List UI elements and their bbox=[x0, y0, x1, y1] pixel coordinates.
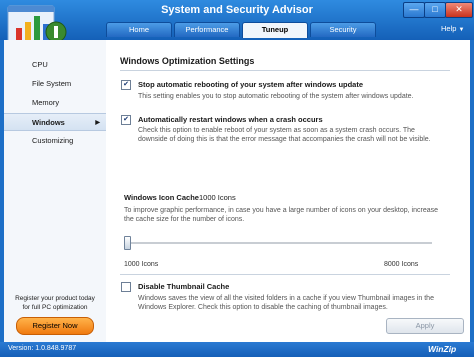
checkmark-icon: ✔ bbox=[123, 116, 129, 123]
disable-thumbnail-cache-checkbox[interactable] bbox=[121, 282, 131, 292]
tab-home[interactable]: Home bbox=[106, 22, 172, 37]
stop-reboot-checkbox[interactable]: ✔ bbox=[121, 80, 131, 90]
stop-reboot-title: Stop automatic rebooting of your system … bbox=[138, 80, 364, 89]
sidebar-item-file-system[interactable]: File System bbox=[4, 75, 106, 93]
checkmark-icon: ✔ bbox=[123, 81, 129, 88]
slider-max-label: 8000 Icons bbox=[384, 261, 419, 268]
icon-cache-slider-handle[interactable] bbox=[124, 236, 131, 250]
icon-cache-desc: To improve graphic performance, in case … bbox=[124, 207, 439, 224]
sidebar-item-customizing[interactable]: Customizing bbox=[4, 132, 106, 150]
promo-line: Register your product today bbox=[15, 295, 95, 302]
promo-line: for full PC optimization bbox=[22, 304, 88, 311]
section-title: Windows Optimization Settings bbox=[120, 56, 255, 66]
disable-thumbnail-title: Disable Thumbnail Cache bbox=[138, 282, 230, 291]
sidebar-item-label: CPU bbox=[32, 60, 48, 69]
minimize-button[interactable]: — bbox=[403, 2, 425, 18]
sidebar: CPU File System Memory Windows ▶ Customi… bbox=[4, 40, 106, 342]
stop-reboot-desc: This setting enables you to stop automat… bbox=[138, 93, 414, 100]
icon-cache-label: Windows Icon Cache bbox=[124, 193, 199, 202]
auto-restart-checkbox[interactable]: ✔ bbox=[121, 115, 131, 125]
sidebar-item-label: Customizing bbox=[32, 136, 74, 145]
sidebar-item-label: Windows bbox=[32, 118, 65, 127]
chevron-down-icon: ▼ bbox=[458, 27, 465, 33]
tab-performance[interactable]: Performance bbox=[174, 22, 240, 37]
auto-restart-title: Automatically restart windows when a cra… bbox=[138, 115, 323, 124]
sidebar-item-cpu[interactable]: CPU bbox=[4, 56, 106, 74]
help-label: Help bbox=[441, 24, 457, 33]
version-text: Version: 1.0.848.9787 bbox=[8, 345, 77, 352]
icon-cache-value: 1000 Icons bbox=[199, 193, 236, 202]
sidebar-item-label: Memory bbox=[32, 98, 60, 107]
brand-logo: WinZip bbox=[428, 344, 457, 354]
tab-tuneup[interactable]: Tuneup bbox=[242, 22, 308, 38]
register-now-button[interactable]: Register Now bbox=[16, 317, 94, 335]
icon-cache-slider-track[interactable] bbox=[126, 242, 432, 244]
status-bar: Version: 1.0.848.9787 WinZip bbox=[0, 342, 474, 357]
divider bbox=[120, 274, 450, 275]
disable-thumbnail-desc: Windows saves the view of all the visite… bbox=[138, 295, 434, 312]
register-promo: Register your product today for full PC … bbox=[4, 294, 106, 312]
sidebar-item-memory[interactable]: Memory bbox=[4, 94, 106, 112]
title-bar: System and Security Advisor — □ ✕ Home P… bbox=[0, 0, 474, 40]
chevron-right-icon: ▶ bbox=[95, 120, 100, 126]
app-window: System and Security Advisor — □ ✕ Home P… bbox=[0, 0, 474, 357]
auto-restart-desc: Check this option to enable reboot of yo… bbox=[138, 127, 431, 144]
close-button[interactable]: ✕ bbox=[445, 2, 473, 18]
apply-button[interactable]: Apply bbox=[386, 318, 464, 334]
main-tabs: Home Performance Tuneup Security bbox=[106, 22, 378, 38]
tab-security[interactable]: Security bbox=[310, 22, 376, 37]
divider bbox=[120, 70, 450, 71]
slider-min-label: 1000 Icons bbox=[124, 261, 159, 268]
settings-panel: Windows Optimization Settings ✔ Stop aut… bbox=[106, 40, 470, 342]
help-menu[interactable]: Help ▼ bbox=[441, 24, 464, 33]
sidebar-item-label: File System bbox=[32, 79, 72, 88]
sidebar-item-windows[interactable]: Windows ▶ bbox=[4, 113, 106, 131]
maximize-button[interactable]: □ bbox=[424, 2, 446, 18]
